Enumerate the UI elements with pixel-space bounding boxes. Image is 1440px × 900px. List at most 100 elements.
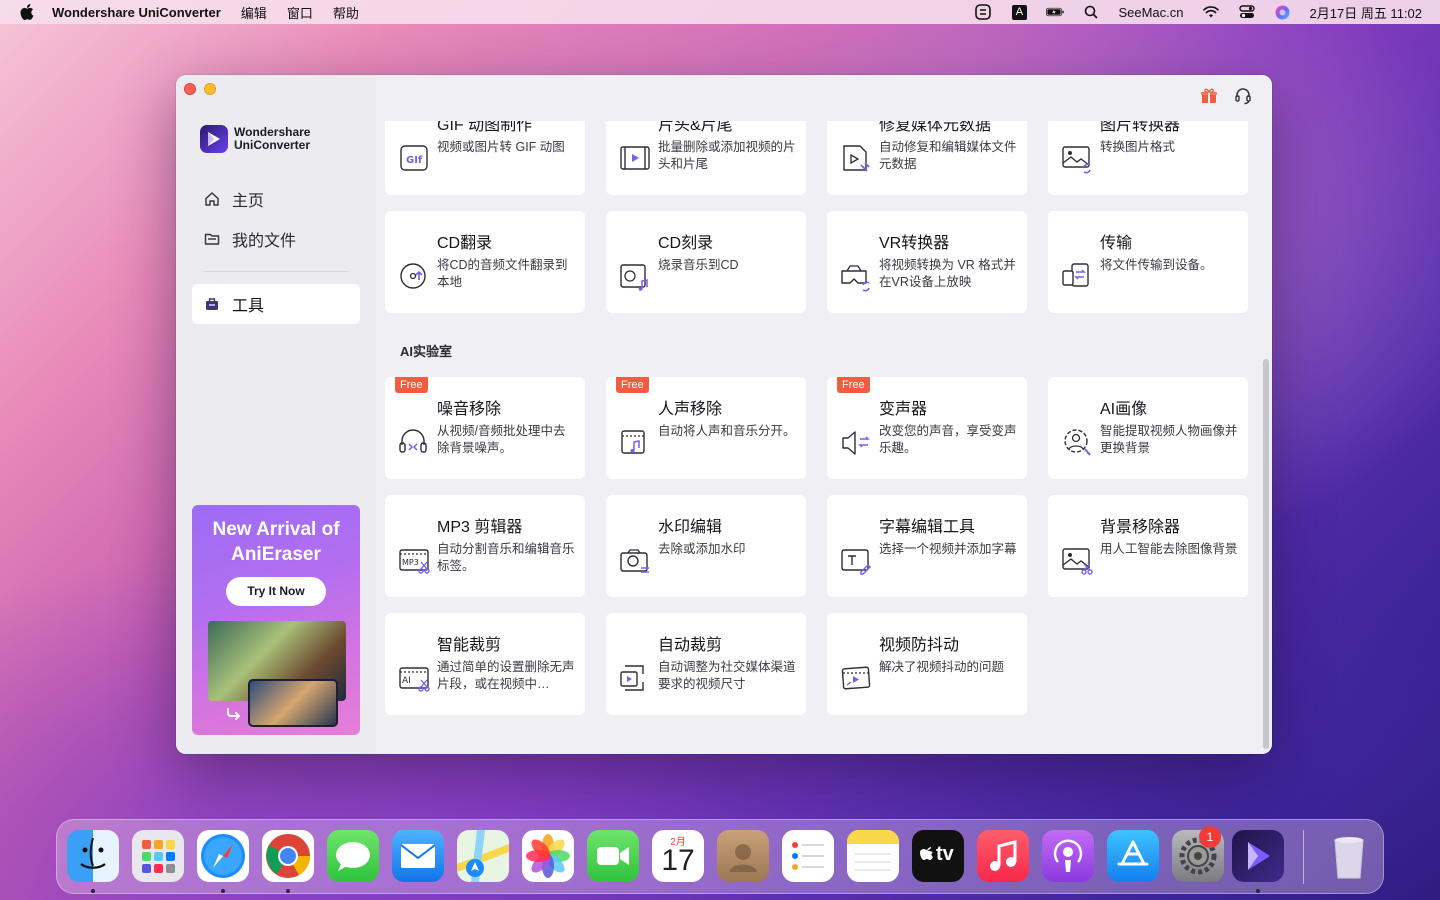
tv-icon[interactable]: tv xyxy=(912,830,964,882)
tool-desc: 智能提取视频人物画像并更换背景 xyxy=(1100,424,1238,455)
sidebar-item-my-files[interactable]: 我的文件 xyxy=(192,219,360,259)
tool-card-intro-outro[interactable]: 片头&片尾 批量删除或添加视频的片头和片尾 xyxy=(606,121,806,195)
menu-window[interactable]: 窗口 xyxy=(287,3,313,22)
subtitle-icon xyxy=(839,545,873,577)
trash-icon[interactable] xyxy=(1323,830,1375,882)
menu-help[interactable]: 帮助 xyxy=(333,3,359,22)
tool-card-fix-metadata[interactable]: 修复媒体元数据 自动修复和编辑媒体文件元数据 xyxy=(827,121,1027,195)
bg-remove-icon xyxy=(1060,545,1094,577)
spotlight-search-icon[interactable] xyxy=(1082,5,1100,19)
free-badge: Free xyxy=(616,377,649,393)
uniconverter-window: Wondershare UniConverter 主页 我的文件 工具 New … xyxy=(176,75,1272,754)
app-logo: Wondershare UniConverter xyxy=(200,125,310,153)
tool-desc: 解决了视频抖动的问题 xyxy=(879,660,1005,674)
music-icon[interactable] xyxy=(977,830,1029,882)
top-actions xyxy=(1186,85,1254,107)
input-method-label: A xyxy=(1011,4,1027,20)
watermark-icon xyxy=(618,545,652,577)
messages-icon[interactable] xyxy=(327,830,379,882)
control-center-icon[interactable] xyxy=(1238,5,1256,19)
chrome-icon[interactable] xyxy=(262,830,314,882)
tool-title: CD刻录 xyxy=(658,235,714,252)
uniconverter-icon[interactable] xyxy=(1232,830,1284,882)
siri-icon[interactable] xyxy=(1274,5,1292,19)
tool-desc: 自动将人声和音乐分开。 xyxy=(658,424,796,438)
tools-scrollbar[interactable] xyxy=(1262,121,1270,751)
input-method-icon[interactable]: A xyxy=(1010,4,1028,20)
apple-menu-icon[interactable] xyxy=(18,3,36,21)
vr-icon xyxy=(839,261,873,293)
tool-card-mp3-cutter[interactable]: MP3 剪辑器 自动分割音乐和编辑音乐标签。 MP3 xyxy=(385,495,585,597)
notes-icon[interactable] xyxy=(847,830,899,882)
battery-icon[interactable] xyxy=(1046,5,1065,19)
tool-desc: 自动修复和编辑媒体文件元数据 xyxy=(879,140,1017,171)
mail-icon[interactable] xyxy=(392,830,444,882)
ai-lab-section-title: AI实验室 xyxy=(400,344,453,359)
launchpad-icon[interactable] xyxy=(132,830,184,882)
tool-card-video-stabilizer[interactable]: 视频防抖动 解决了视频抖动的问题 xyxy=(827,613,1027,715)
promo-title-line2: AniEraser xyxy=(231,544,321,565)
finder-icon[interactable] xyxy=(67,830,119,882)
tool-card-vr-converter[interactable]: VR转换器 将视频转换为 VR 格式并在VR设备上放映 xyxy=(827,211,1027,313)
tool-desc: 用人工智能去除图像背景 xyxy=(1100,542,1238,556)
minimize-window-button[interactable] xyxy=(204,83,216,95)
cd-burn-icon xyxy=(618,261,652,293)
tool-card-watermark-editor[interactable]: 水印编辑 去除或添加水印 xyxy=(606,495,806,597)
sidebar-item-tools[interactable]: 工具 xyxy=(192,284,360,324)
transfer-icon xyxy=(1060,261,1094,293)
tool-card-ai-portrait[interactable]: AI画像 智能提取视频人物画像并更换背景 xyxy=(1048,377,1248,479)
facetime-icon[interactable] xyxy=(587,830,639,882)
appstore-icon[interactable] xyxy=(1107,830,1159,882)
noise-remove-icon xyxy=(397,427,431,459)
sidebar-item-label: 我的文件 xyxy=(232,233,297,250)
svg-text:AI: AI xyxy=(402,676,411,686)
status-app-icon[interactable] xyxy=(974,4,992,20)
podcasts-icon[interactable] xyxy=(1042,830,1094,882)
tool-desc: 批量删除或添加视频的片头和片尾 xyxy=(658,140,796,171)
scrollbar-thumb[interactable] xyxy=(1263,359,1269,749)
tool-card-image-converter[interactable]: 图片转换器 转换图片格式 xyxy=(1048,121,1248,195)
tool-desc: 视频或图片转 GIF 动图 xyxy=(437,140,565,154)
support-headset-icon[interactable] xyxy=(1232,85,1254,107)
tool-card-background-remover[interactable]: 背景移除器 用人工智能去除图像背景 xyxy=(1048,495,1248,597)
tool-card-noise-remover[interactable]: Free 噪音移除 从视频/音频批处理中去除背景噪声。 xyxy=(385,377,585,479)
contacts-icon[interactable] xyxy=(717,830,769,882)
menu-app-name[interactable]: Wondershare UniConverter xyxy=(52,5,221,20)
tool-card-cd-ripper[interactable]: CD翻录 将CD的音频文件翻录到本地 xyxy=(385,211,585,313)
try-it-now-button[interactable]: Try It Now xyxy=(226,577,326,606)
tool-card-subtitle-editor[interactable]: 字幕编辑工具 选择一个视频并添加字幕 xyxy=(827,495,1027,597)
tool-card-gif-maker[interactable]: GIF 动图制作 视频或图片转 GIF 动图 GIf xyxy=(385,121,585,195)
aneraser-promo-banner[interactable]: New Arrival of AniEraser Try It Now xyxy=(192,505,360,735)
tool-title: 修复媒体元数据 xyxy=(879,121,992,134)
sidebar-nav-tools: 工具 xyxy=(192,284,360,324)
tool-card-cd-burner[interactable]: CD刻录 烧录音乐到CD xyxy=(606,211,806,313)
maps-icon[interactable] xyxy=(457,830,509,882)
photos-icon[interactable] xyxy=(522,830,574,882)
close-window-button[interactable] xyxy=(184,83,196,95)
promo-photo-inset xyxy=(248,679,338,727)
calendar-icon[interactable]: 2月 17 xyxy=(652,830,704,882)
tool-card-voice-changer[interactable]: Free 变声器 改变您的声音，享受变声乐趣。 xyxy=(827,377,1027,479)
gift-icon[interactable] xyxy=(1198,85,1220,107)
tool-card-transfer[interactable]: 传输 将文件传输到设备。 xyxy=(1048,211,1248,313)
tool-desc: 去除或添加水印 xyxy=(658,542,746,556)
tool-desc: 自动调整为社交媒体渠道要求的视频尺寸 xyxy=(658,660,796,691)
tool-title: 人声移除 xyxy=(658,401,723,418)
tool-title: 片头&片尾 xyxy=(658,121,733,134)
safari-icon[interactable] xyxy=(197,830,249,882)
tool-card-vocal-remover[interactable]: Free 人声移除 自动将人声和音乐分开。 xyxy=(606,377,806,479)
tool-card-smart-trimmer[interactable]: 智能裁剪 通过简单的设置删除无声片段，或在视频中… AI xyxy=(385,613,585,715)
settings-notification-badge: 1 xyxy=(1199,826,1221,848)
menu-edit[interactable]: 编辑 xyxy=(241,3,267,22)
menu-clock[interactable]: 2月17日 周五 11:02 xyxy=(1310,3,1422,22)
wifi-icon[interactable] xyxy=(1202,5,1220,19)
mp3-cutter-icon: MP3 xyxy=(397,545,431,577)
sidebar-nav: 主页 我的文件 xyxy=(192,179,360,259)
tool-card-auto-crop[interactable]: 自动裁剪 自动调整为社交媒体渠道要求的视频尺寸 xyxy=(606,613,806,715)
tool-title: VR转换器 xyxy=(879,235,950,252)
tool-desc: 通过简单的设置删除无声片段，或在视频中… xyxy=(437,660,575,691)
reminders-icon[interactable] xyxy=(782,830,834,882)
home-icon xyxy=(204,191,220,207)
sidebar-item-home[interactable]: 主页 xyxy=(192,179,360,219)
dock: 2月 17 tv 1 xyxy=(56,819,1384,894)
